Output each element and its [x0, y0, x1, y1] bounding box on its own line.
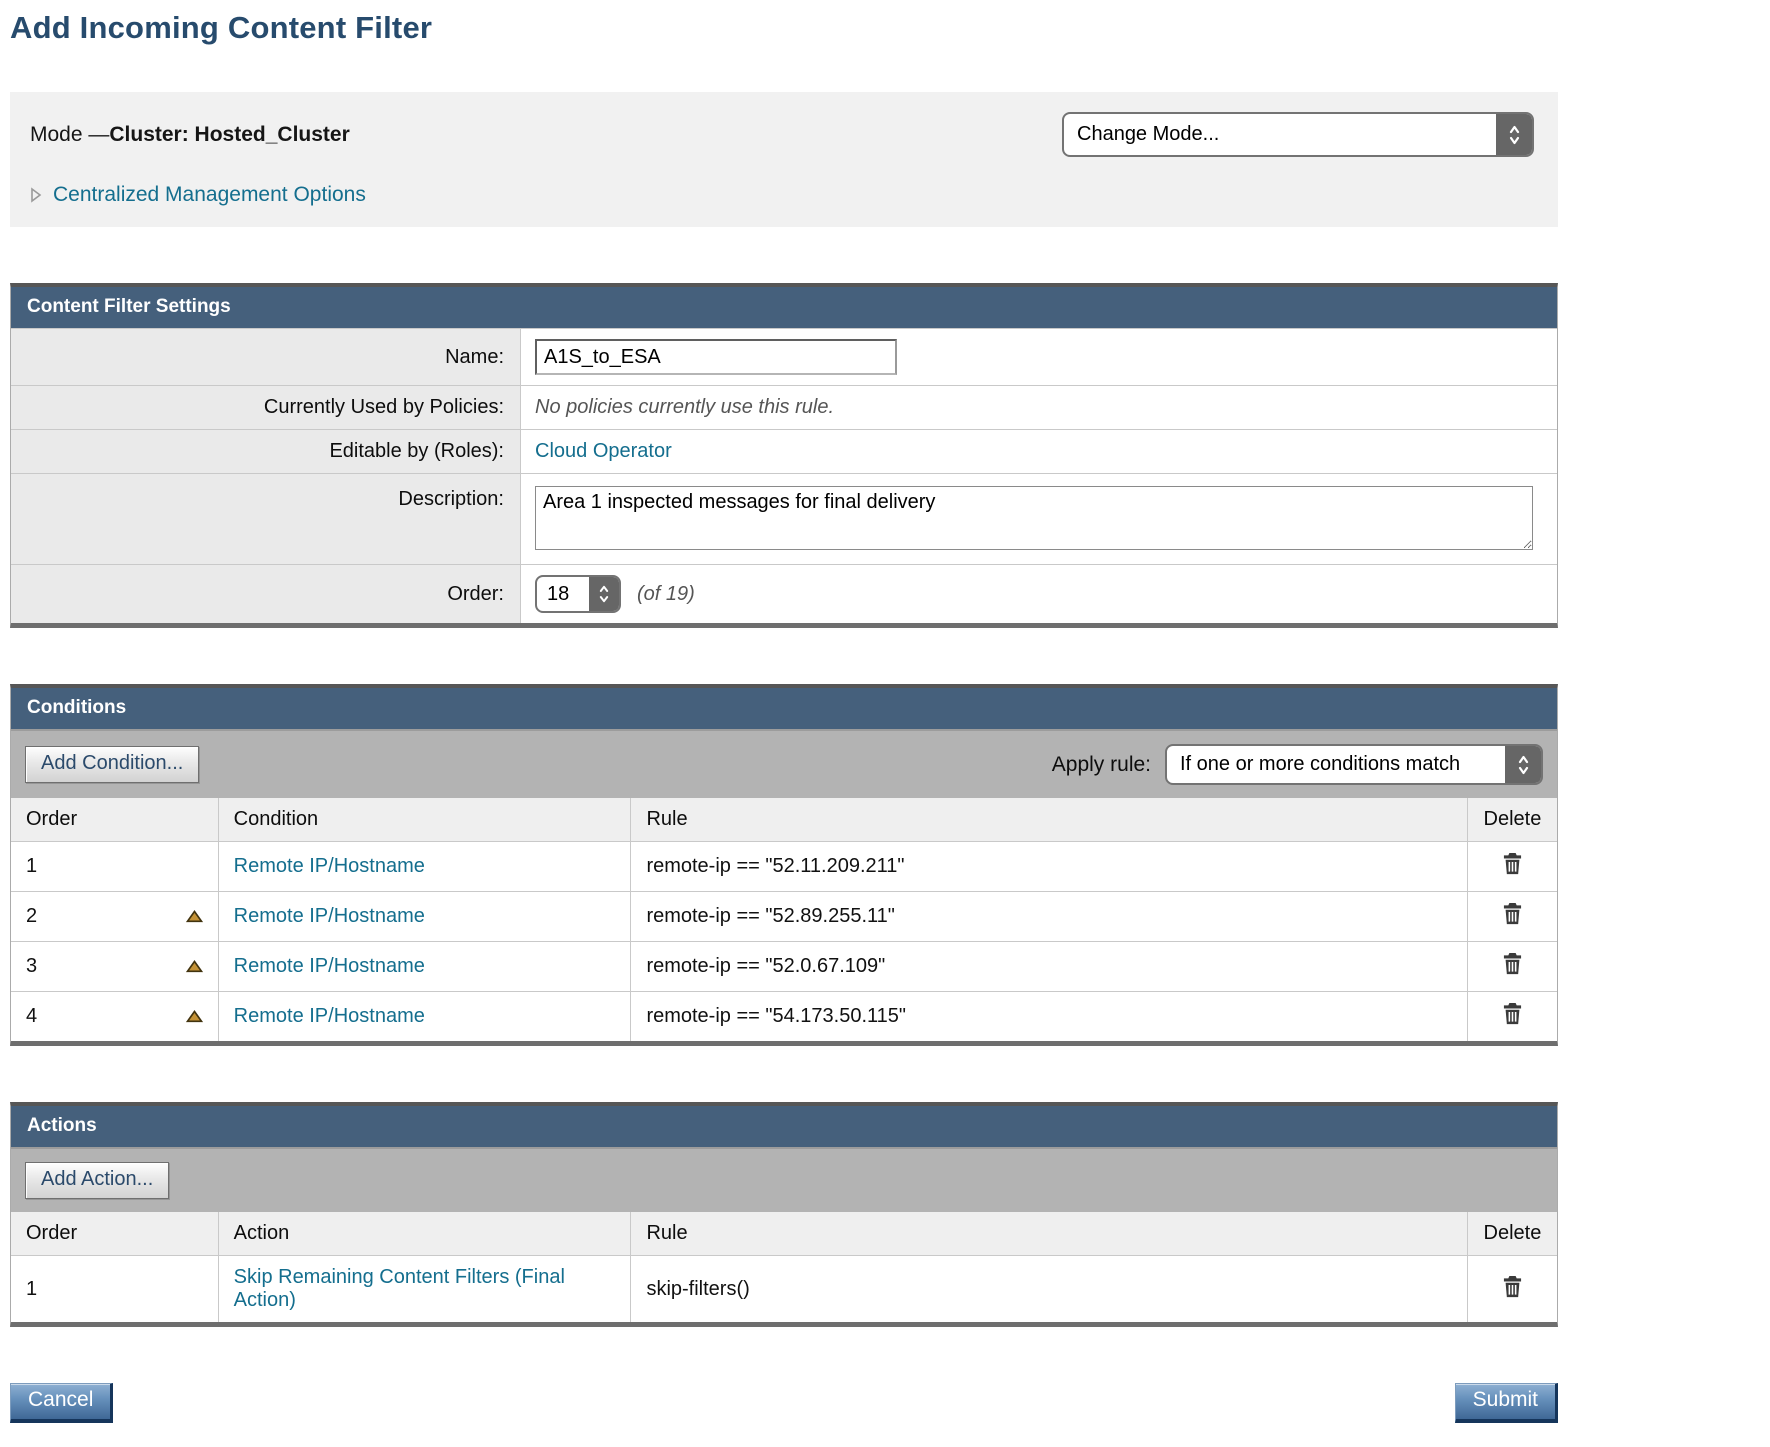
order-of-note: (of 19) [637, 583, 695, 606]
condition-row: 2 Remote IP/Hostname remote-ip == "52.89… [11, 892, 1557, 942]
trash-icon[interactable] [1502, 852, 1523, 875]
mode-label: Mode — [30, 123, 109, 146]
condition-rule: remote-ip == "52.89.255.11" [631, 892, 1467, 942]
footer-buttons: Cancel Submit [10, 1383, 1558, 1423]
conditions-col-rule: Rule [631, 798, 1467, 842]
content-filter-settings-header: Content Filter Settings [11, 287, 1557, 328]
action-row: 1 Skip Remaining Content Filters (Final … [11, 1256, 1557, 1323]
condition-row: 1 Remote IP/Hostname remote-ip == "52.11… [11, 842, 1557, 892]
conditions-table: Order Condition Rule Delete 1 Remote IP/… [11, 798, 1557, 1041]
description-label: Description: [11, 473, 521, 564]
action-rule: skip-filters() [631, 1256, 1467, 1323]
name-input[interactable] [535, 339, 897, 375]
up-arrow-icon[interactable] [186, 910, 203, 923]
apply-rule-select-value: If one or more conditions match [1167, 746, 1505, 783]
order-select[interactable]: 18 [535, 575, 621, 613]
trash-icon[interactable] [1502, 902, 1523, 925]
content-filter-settings-section: Content Filter Settings Name: Currently … [10, 283, 1558, 628]
mode-value: Cluster: Hosted_Cluster [109, 123, 349, 146]
condition-order: 4 [26, 1005, 37, 1028]
stepper-up-down-icon [1496, 114, 1532, 155]
trash-icon[interactable] [1502, 1275, 1523, 1298]
add-action-button[interactable]: Add Action... [25, 1162, 169, 1199]
order-select-value: 18 [537, 577, 589, 611]
actions-table: Order Action Rule Delete 1 Skip Remainin… [11, 1212, 1557, 1322]
name-label: Name: [11, 328, 521, 385]
mode-text: Mode —Cluster: Hosted_Cluster [30, 123, 350, 147]
up-arrow-icon[interactable] [186, 960, 203, 973]
actions-section: Actions Add Action... Order Action Rule … [10, 1102, 1558, 1327]
condition-row: 3 Remote IP/Hostname remote-ip == "52.0.… [11, 942, 1557, 992]
content-filter-page: Add Incoming Content Filter Mode —Cluste… [10, 10, 1558, 1423]
actions-col-order: Order [11, 1212, 218, 1256]
conditions-section: Conditions Add Condition... Apply rule: … [10, 684, 1558, 1046]
trash-icon[interactable] [1502, 1002, 1523, 1025]
condition-rule: remote-ip == "52.0.67.109" [631, 942, 1467, 992]
triangle-right-icon[interactable] [30, 187, 42, 203]
condition-order: 2 [26, 905, 37, 928]
conditions-col-delete: Delete [1467, 798, 1557, 842]
change-mode-select-value: Change Mode... [1064, 114, 1496, 155]
condition-link[interactable]: Remote IP/Hostname [234, 1005, 425, 1027]
condition-order: 1 [26, 855, 37, 878]
action-order: 1 [26, 1278, 37, 1301]
actions-header: Actions [11, 1106, 1557, 1147]
editable-roles-label: Editable by (Roles): [11, 429, 521, 473]
condition-link[interactable]: Remote IP/Hostname [234, 905, 425, 927]
cloud-operator-link[interactable]: Cloud Operator [535, 440, 672, 463]
stepper-up-down-icon [589, 577, 619, 611]
actions-col-rule: Rule [631, 1212, 1467, 1256]
conditions-header: Conditions [11, 688, 1557, 729]
cancel-button[interactable]: Cancel [10, 1383, 113, 1423]
page-title: Add Incoming Content Filter [10, 10, 1558, 46]
add-condition-button[interactable]: Add Condition... [25, 746, 199, 783]
centralized-management-options-link[interactable]: Centralized Management Options [53, 183, 366, 207]
actions-col-action: Action [218, 1212, 631, 1256]
mode-panel: Mode —Cluster: Hosted_Cluster Change Mod… [10, 92, 1558, 227]
up-arrow-icon[interactable] [186, 1010, 203, 1023]
actions-col-delete: Delete [1467, 1212, 1557, 1256]
apply-rule-label: Apply rule: [1052, 753, 1151, 777]
change-mode-select[interactable]: Change Mode... [1062, 112, 1534, 157]
policies-value: No policies currently use this rule. [535, 396, 834, 419]
policies-label: Currently Used by Policies: [11, 385, 521, 429]
condition-order: 3 [26, 955, 37, 978]
trash-icon[interactable] [1502, 952, 1523, 975]
conditions-col-condition: Condition [218, 798, 631, 842]
order-label: Order: [11, 564, 521, 623]
conditions-col-order: Order [11, 798, 218, 842]
conditions-toolbar: Add Condition... Apply rule: If one or m… [11, 729, 1557, 798]
stepper-up-down-icon [1505, 746, 1541, 783]
submit-button[interactable]: Submit [1455, 1383, 1558, 1423]
description-textarea[interactable]: Area 1 inspected messages for final deli… [535, 486, 1533, 550]
condition-link[interactable]: Remote IP/Hostname [234, 855, 425, 877]
apply-rule-select[interactable]: If one or more conditions match [1165, 744, 1543, 785]
action-link[interactable]: Skip Remaining Content Filters (Final Ac… [234, 1266, 565, 1311]
condition-row: 4 Remote IP/Hostname remote-ip == "54.17… [11, 992, 1557, 1042]
condition-rule: remote-ip == "54.173.50.115" [631, 992, 1467, 1042]
condition-link[interactable]: Remote IP/Hostname [234, 955, 425, 977]
condition-rule: remote-ip == "52.11.209.211" [631, 842, 1467, 892]
actions-toolbar: Add Action... [11, 1147, 1557, 1212]
